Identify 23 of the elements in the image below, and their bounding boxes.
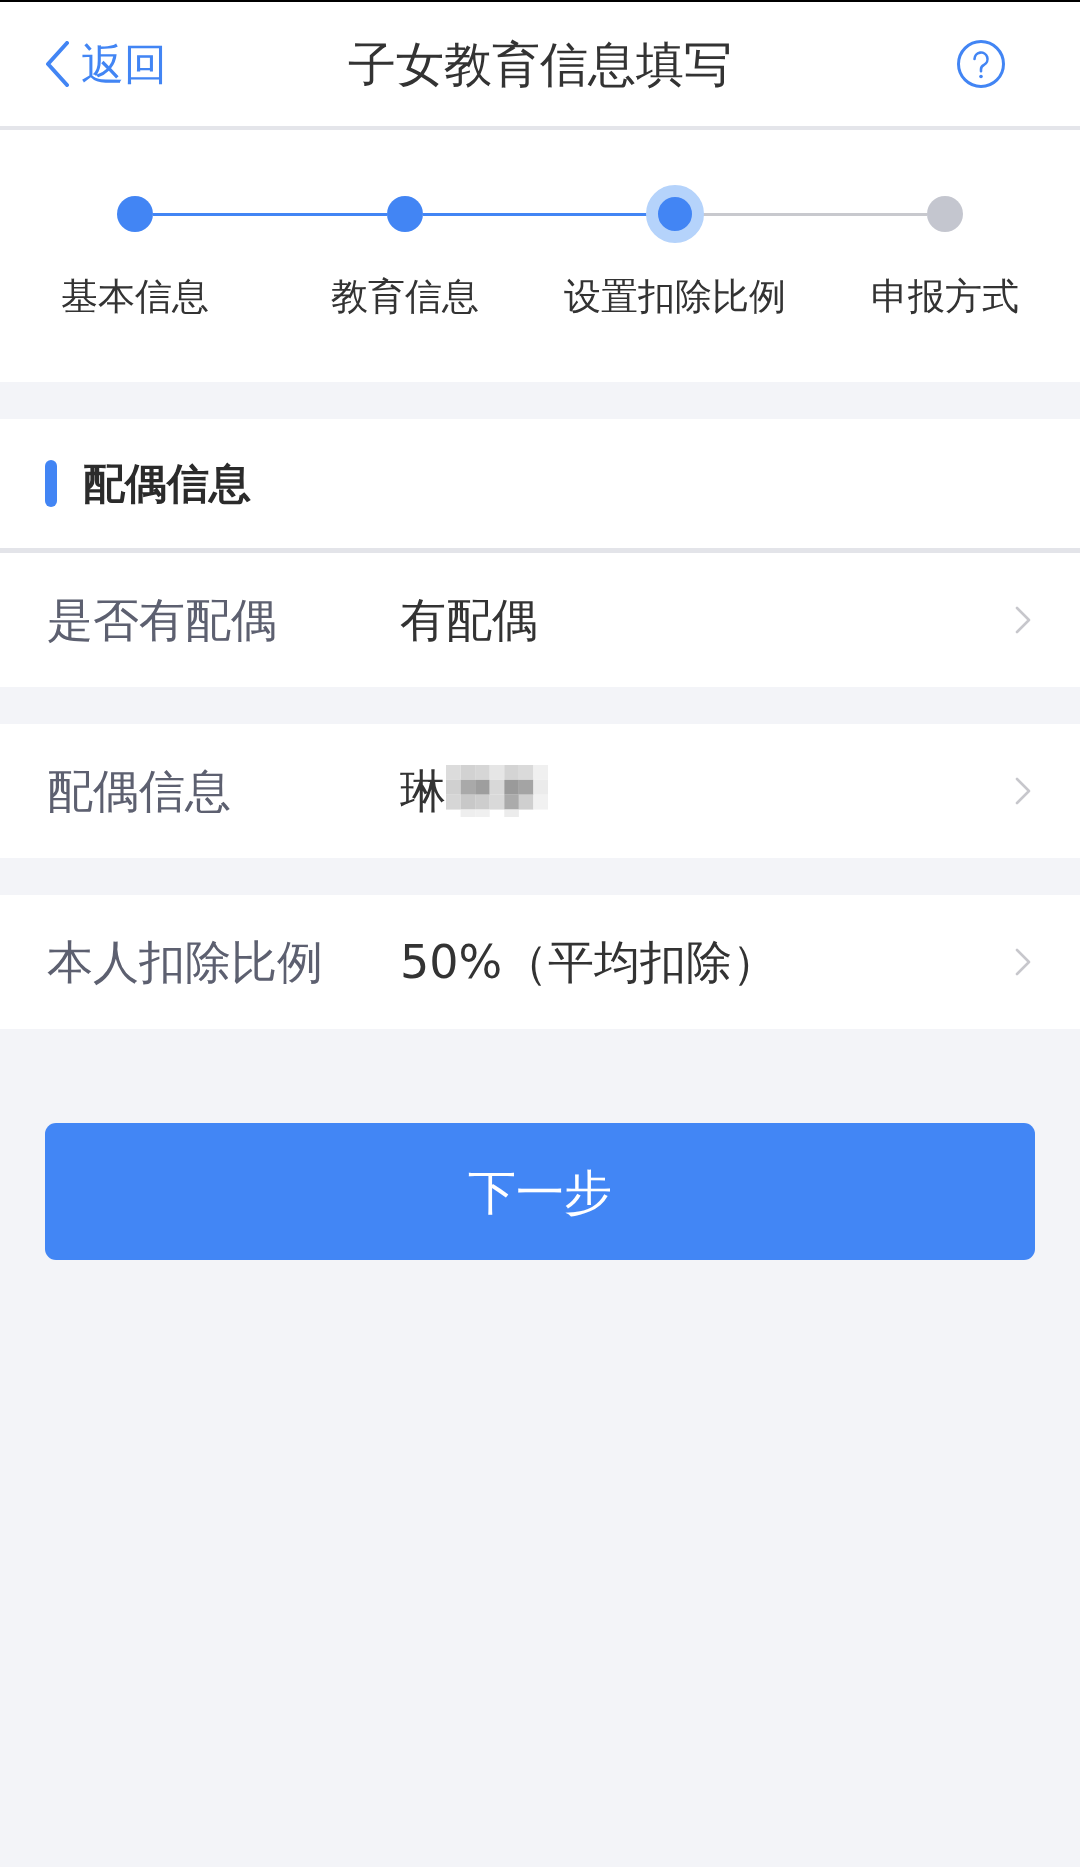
field-label: 是否有配偶 bbox=[47, 592, 278, 648]
accent-bar-icon bbox=[45, 460, 57, 507]
form-row[interactable]: 本人扣除比例 50%（平均扣除） bbox=[0, 895, 1080, 1029]
section-title: 配偶信息 bbox=[83, 457, 251, 510]
step-label: 教育信息 bbox=[331, 274, 479, 320]
field-value: 有配偶 bbox=[400, 592, 538, 648]
step-label: 基本信息 bbox=[61, 274, 209, 320]
field-value: 50%（平均扣除） bbox=[400, 934, 779, 990]
form-row[interactable]: 配偶信息 琳 bbox=[0, 724, 1080, 858]
form-row[interactable]: 是否有配偶 有配偶 bbox=[0, 553, 1080, 687]
page-title: 子女教育信息填写 bbox=[348, 35, 732, 94]
chevron-left-icon bbox=[45, 41, 70, 87]
chevron-right-icon bbox=[1015, 606, 1032, 634]
field-value: 琳 bbox=[400, 763, 446, 819]
step-label: 设置扣除比例 bbox=[564, 274, 786, 320]
step-label: 申报方式 bbox=[871, 274, 1019, 320]
field-label: 本人扣除比例 bbox=[47, 934, 324, 990]
help-icon[interactable] bbox=[957, 40, 1005, 88]
field-label: 配偶信息 bbox=[47, 763, 232, 819]
next-button[interactable]: 下一步 bbox=[45, 1123, 1035, 1260]
chevron-right-icon bbox=[1015, 948, 1032, 976]
back-button[interactable]: 返回 bbox=[45, 36, 167, 92]
chevron-right-icon bbox=[1015, 777, 1032, 805]
